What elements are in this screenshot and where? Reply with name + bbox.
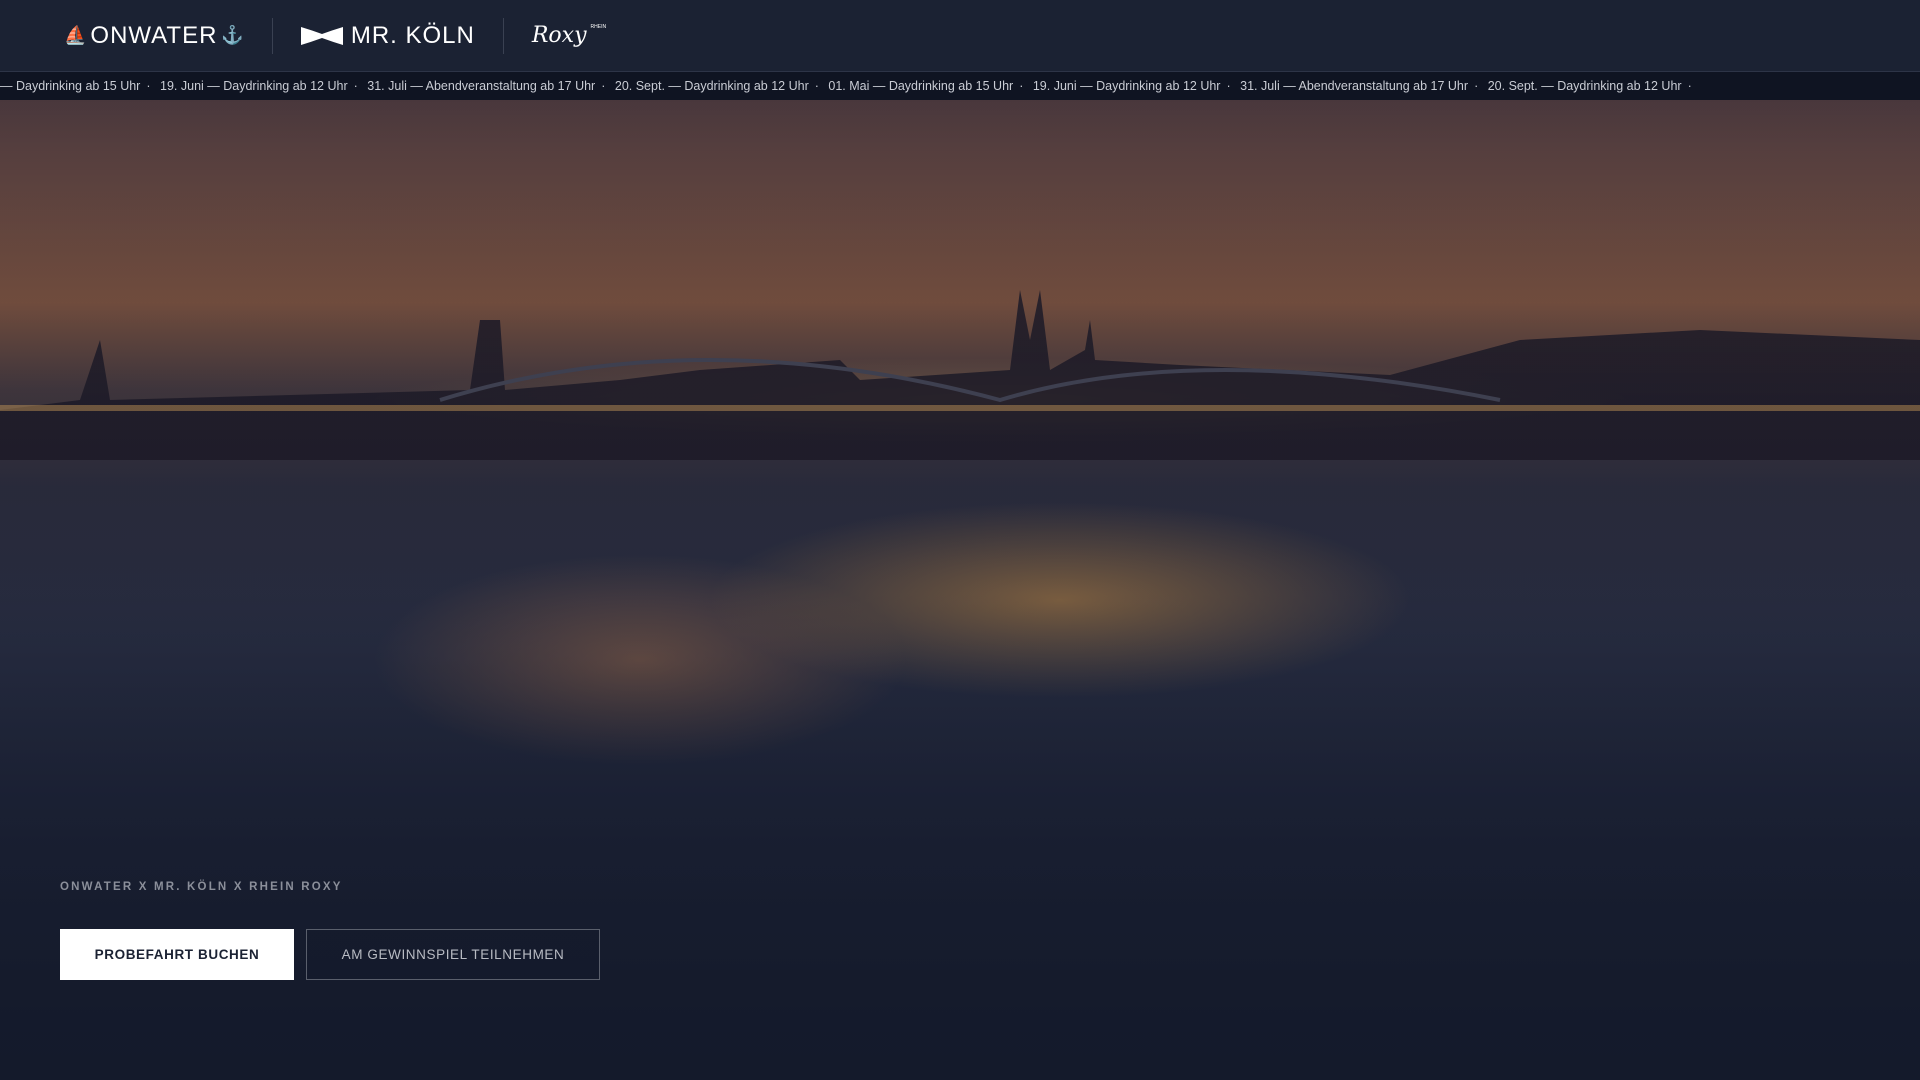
anchor-icon: ⚓ xyxy=(221,25,244,45)
bow-tie-icon xyxy=(300,26,343,45)
ticker-item: 31. Juli — Abendveranstaltung ab 17 Uhr xyxy=(367,79,596,93)
ticker-item: 01. Mai — Daydrinking ab 15 Uhr xyxy=(828,79,1014,93)
logo-rhein-roxy[interactable]: Roxy RHEIN xyxy=(532,18,606,54)
site-header: ⛵ ONWATER ⚓ MR. KÖLN Roxy RHEIN xyxy=(0,0,1920,72)
hero-tagline: ONWATER X MR. KÖLN X RHEIN ROXY xyxy=(60,881,343,893)
logo-mr-koeln[interactable]: MR. KÖLN xyxy=(300,18,475,54)
book-test-ride-button[interactable]: PROBEFAHRT BUCHEN xyxy=(60,929,294,980)
hero-overlay xyxy=(0,0,1920,1080)
divider xyxy=(271,17,273,54)
join-contest-button[interactable]: AM GEWINNSPIEL TEILNEHMEN xyxy=(306,929,600,980)
logo-onwater[interactable]: ⛵ ONWATER ⚓ xyxy=(64,18,244,54)
ticker-item: — Daydrinking ab 15 Uhr xyxy=(0,79,141,93)
ticker-item: 20. Sept. — Daydrinking ab 12 Uhr xyxy=(1487,79,1682,93)
event-ticker: — Daydrinking ab 15 Uhr · 19. Juni — Dayd… xyxy=(0,72,1920,100)
ticker-item: 19. Juni — Daydrinking ab 12 Uhr xyxy=(160,79,348,93)
divider xyxy=(502,17,504,54)
ticker-item: 20. Sept. — Daydrinking ab 12 Uhr xyxy=(614,79,809,93)
ticker-item: 19. Juni — Daydrinking ab 12 Uhr xyxy=(1032,79,1221,93)
ticker-item: 31. Juli — Abendveranstaltung ab 17 Uhr xyxy=(1240,79,1469,93)
paper-boat-icon: ⛵ xyxy=(64,25,87,45)
